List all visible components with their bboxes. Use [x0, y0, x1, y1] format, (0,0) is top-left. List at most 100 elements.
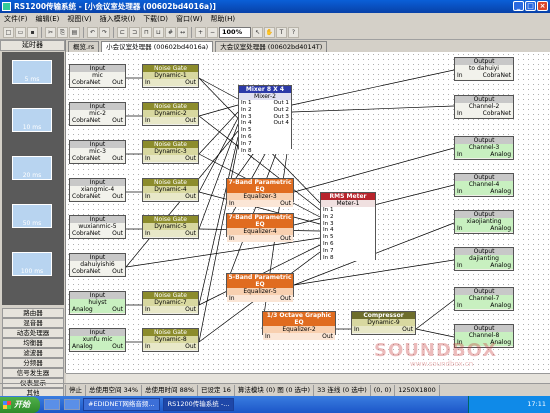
in-port[interactable]: In	[145, 193, 151, 200]
delay-item[interactable]: 50 ms	[12, 204, 52, 228]
category-filter[interactable]: 滤波器	[2, 348, 64, 358]
out-port[interactable]: Out 1	[274, 100, 289, 107]
input-block[interactable]: Input mic-3 CobraNet Out	[69, 140, 126, 164]
in-port[interactable]: In	[457, 225, 463, 232]
redo-icon[interactable]: ↷	[99, 26, 110, 38]
out-port[interactable]: Out	[112, 155, 123, 162]
out-port[interactable]: Out	[185, 117, 196, 124]
out-port[interactable]: Out	[322, 333, 333, 340]
in-port[interactable]: In	[457, 262, 463, 269]
in-port[interactable]: In 2	[241, 107, 252, 114]
input-block[interactable]: Input xiangmic-4 CobraNet Out	[69, 178, 126, 202]
input-block[interactable]: Input huiyst Analog Out	[69, 291, 126, 315]
category-equalizer[interactable]: 均衡器	[2, 338, 64, 348]
in-port[interactable]: In 8	[241, 148, 252, 155]
hand-icon[interactable]: ✋	[264, 26, 275, 38]
out-port[interactable]: Out	[280, 235, 291, 242]
pointer-icon[interactable]: ↖	[252, 26, 263, 38]
connect-icon[interactable]: ↔	[177, 26, 188, 38]
out-port[interactable]: Out 2	[274, 107, 289, 114]
in-port[interactable]: In 6	[323, 241, 373, 248]
out-port[interactable]: Out 3	[274, 114, 289, 121]
in-port[interactable]: In	[457, 302, 463, 309]
in-port[interactable]: In	[145, 117, 151, 124]
menu-view[interactable]: 视图(V)	[67, 14, 91, 24]
out-port[interactable]: Out	[185, 193, 196, 200]
close-button[interactable]: ×	[537, 1, 548, 11]
cut-icon[interactable]: ✂	[45, 26, 56, 38]
align-bottom-icon[interactable]: ⊔	[153, 26, 164, 38]
zoom-out-icon[interactable]: −	[207, 26, 218, 38]
rms-meter-block[interactable]: RMS Meter Meter-1 In 1 In 2 In 3 In 4 In…	[320, 192, 376, 262]
tab-large-room[interactable]: 大会议室处理器 (00602bd4014T)	[215, 41, 328, 52]
in-port[interactable]: In	[145, 79, 151, 86]
menu-help[interactable]: 帮助(H)	[210, 14, 235, 24]
align-left-icon[interactable]: ⊏	[117, 26, 128, 38]
noise-gate-block[interactable]: Noise Gate Dynamic-1 In Out	[142, 64, 199, 88]
menu-download[interactable]: 下载(D)	[143, 14, 168, 24]
out-port[interactable]: Out	[185, 306, 196, 313]
in-port[interactable]: In	[457, 110, 463, 117]
in-port[interactable]: In	[229, 200, 235, 207]
align-center-icon[interactable]: ⊐	[129, 26, 140, 38]
in-port[interactable]: In 1	[323, 207, 373, 214]
taskbar-item-network-audio[interactable]: #EDIDNET网络音频...	[83, 398, 160, 411]
noise-gate-block[interactable]: Noise Gate Dynamic-7 In Out	[142, 291, 199, 315]
category-generator[interactable]: 信号发生器	[2, 368, 64, 378]
in-port[interactable]: In 3	[323, 221, 373, 228]
in-port[interactable]: In	[265, 333, 271, 340]
out-port[interactable]: Out	[185, 79, 196, 86]
output-block[interactable]: Output Channel-2 In CobraNet	[454, 95, 514, 119]
out-port[interactable]: Out	[112, 306, 123, 313]
sidebar-header[interactable]: 延时器	[0, 40, 65, 51]
horizontal-scrollbar[interactable]	[66, 373, 550, 383]
output-block[interactable]: Output Channel-7 In Analog	[454, 287, 514, 311]
in-port[interactable]: In	[457, 72, 463, 79]
in-port[interactable]: In	[145, 230, 151, 237]
in-port[interactable]: In 6	[241, 134, 252, 141]
compressor-block[interactable]: Compressor Dynamic-9 In Out	[351, 311, 416, 335]
in-port[interactable]: In	[457, 151, 463, 158]
out-port[interactable]: Out	[185, 230, 196, 237]
mixer-block[interactable]: Mixer 8 X 4 Mixer-2 In 1 In 2 In 3 In 4 …	[238, 85, 292, 155]
quick-launch-icon[interactable]	[64, 399, 80, 410]
in-port[interactable]: In	[145, 306, 151, 313]
menu-file[interactable]: 文件(F)	[4, 14, 28, 24]
category-router[interactable]: 路由器	[2, 308, 64, 318]
in-port[interactable]: In 1	[241, 100, 252, 107]
in-port[interactable]: In 5	[323, 234, 373, 241]
noise-gate-block[interactable]: Noise Gate Dynamic-8 In Out	[142, 328, 199, 352]
out-port[interactable]: Out	[112, 268, 123, 275]
output-block[interactable]: Output dajianting In Analog	[454, 247, 514, 271]
zoom-in-icon[interactable]: +	[195, 26, 206, 38]
save-icon[interactable]: ▪	[27, 26, 38, 38]
tab-overview[interactable]: 概览.rs	[68, 41, 100, 52]
noise-gate-block[interactable]: Noise Gate Dynamic-3 In Out	[142, 140, 199, 164]
in-port[interactable]: In 7	[323, 248, 373, 255]
delay-item[interactable]: 5 ms	[12, 60, 52, 84]
out-port[interactable]: Out	[112, 117, 123, 124]
in-port[interactable]: In 4	[241, 120, 252, 127]
out-port[interactable]: Out	[280, 295, 291, 302]
menu-edit[interactable]: 编辑(E)	[36, 14, 60, 24]
input-block[interactable]: Input mic CobraNet Out	[69, 64, 126, 88]
input-block[interactable]: Input wuxianmic-5 CobraNet Out	[69, 215, 126, 239]
input-block[interactable]: Input dahuiyishi6 CobraNet Out	[69, 253, 126, 277]
parametric-eq-block[interactable]: 7-Band Parametric EQ Equalizer-4 In Out	[226, 213, 294, 242]
in-port[interactable]: In	[229, 235, 235, 242]
category-dynamics[interactable]: 动态处理器	[2, 328, 64, 338]
copy-icon[interactable]: ⎘	[57, 26, 68, 38]
delay-item[interactable]: 20 ms	[12, 156, 52, 180]
grid-icon[interactable]: #	[165, 26, 176, 38]
minimize-button[interactable]: _	[513, 1, 524, 11]
in-port[interactable]: In	[145, 155, 151, 162]
out-port[interactable]: Out	[402, 326, 413, 333]
undo-icon[interactable]: ↶	[87, 26, 98, 38]
open-folder-icon[interactable]: ▭	[15, 26, 26, 38]
noise-gate-block[interactable]: Noise Gate Dynamic-2 In Out	[142, 102, 199, 126]
in-port[interactable]: In 4	[323, 227, 373, 234]
output-block[interactable]: Output to dahuiyi In CobraNet	[454, 57, 514, 81]
in-port[interactable]: In	[354, 326, 360, 333]
noise-gate-block[interactable]: Noise Gate Dynamic-4 In Out	[142, 178, 199, 202]
new-file-icon[interactable]: □	[3, 26, 14, 38]
